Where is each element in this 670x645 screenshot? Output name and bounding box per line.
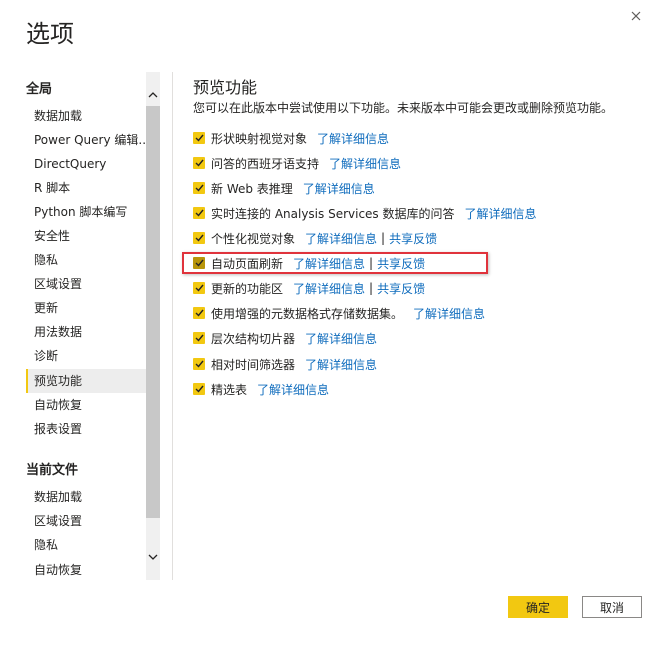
feature-row: 使用增强的元数据格式存储数据集。 了解详细信息 [193,303,485,323]
sidebar-item-r-script[interactable]: R 脚本 [26,176,146,200]
checkmark-icon [195,309,204,317]
sidebar-item-file-privacy[interactable]: 隐私 [26,533,146,557]
chevron-down-icon [148,554,158,560]
sidebar-item-privacy[interactable]: 隐私 [26,248,146,272]
feature-checkbox[interactable] [193,182,205,194]
sidebar-item-updates[interactable]: 更新 [26,296,146,320]
scroll-down-button[interactable] [146,548,160,566]
checkmark-icon [195,259,204,267]
feature-checkbox[interactable] [193,282,205,294]
feature-row: 形状映射视觉对象 了解详细信息 [193,128,389,148]
link-separator: | [381,231,386,245]
sidebar-item-data-load[interactable]: 数据加载 [26,104,146,128]
sidebar-item-file-auto-recovery[interactable]: 自动恢复 [26,558,146,580]
learn-more-link[interactable]: 了解详细信息 [305,356,377,373]
feature-label: 问答的西班牙语支持 [211,156,320,171]
feature-label: 个性化视觉对象 [211,231,296,246]
sidebar-item-report-settings[interactable]: 报表设置 [26,417,146,441]
learn-more-link[interactable]: 了解详细信息 [305,230,377,247]
sidebar-scrollbar[interactable] [146,72,160,580]
sidebar-item-power-query-editor[interactable]: Power Query 编辑... [26,128,146,152]
close-button[interactable] [622,2,650,30]
feature-checkbox[interactable] [193,307,205,319]
feature-label: 形状映射视觉对象 [211,131,308,146]
share-feedback-link[interactable]: 共享反馈 [377,255,425,272]
section-title: 预览功能 [193,78,258,97]
feature-row: 问答的西班牙语支持 了解详细信息 [193,153,401,173]
feature-row: 层次结构切片器 了解详细信息 [193,328,377,348]
checkmark-icon [195,284,204,292]
checkmark-icon [195,234,204,242]
learn-more-link[interactable]: 了解详细信息 [317,130,389,147]
feature-checkbox[interactable] [193,257,205,269]
feature-checkbox[interactable] [193,332,205,344]
feature-label: 实时连接的 Analysis Services 数据库的问答 [211,206,455,221]
feature-label: 新 Web 表推理 [211,181,293,196]
section-header-global: 全局 [26,82,53,97]
feature-label: 相对时间筛选器 [211,357,296,372]
feature-row: 更新的功能区 了解详细信息 | 共享反馈 [193,278,425,298]
options-sidebar: 全局 数据加载 Power Query 编辑... DirectQuery R … [24,72,146,580]
learn-more-link[interactable]: 了解详细信息 [257,381,329,398]
link-separator: | [369,281,374,295]
sidebar-item-regional-settings[interactable]: 区域设置 [26,272,146,296]
learn-more-link[interactable]: 了解详细信息 [303,180,375,197]
learn-more-link[interactable]: 了解详细信息 [293,280,365,297]
section-description: 您可以在此版本中尝试使用以下功能。未来版本中可能会更改或删除预览功能。 [193,101,614,115]
sidebar-item-security[interactable]: 安全性 [26,224,146,248]
feature-row: 实时连接的 Analysis Services 数据库的问答 了解详细信息 [193,203,537,223]
scroll-up-button[interactable] [146,86,160,104]
sidebar-item-usage-data[interactable]: 用法数据 [26,320,146,344]
sidebar-item-preview-features[interactable]: 预览功能 [26,369,146,393]
share-feedback-link[interactable]: 共享反馈 [377,280,425,297]
checkmark-icon [195,184,204,192]
feature-checkbox[interactable] [193,132,205,144]
ok-button[interactable]: 确定 [508,596,568,618]
feature-checkbox[interactable] [193,232,205,244]
feature-row: 个性化视觉对象 了解详细信息 | 共享反馈 [193,228,437,248]
feature-checkbox[interactable] [193,383,205,395]
link-separator: | [369,256,374,270]
checkmark-icon [195,159,204,167]
learn-more-link[interactable]: 了解详细信息 [305,330,377,347]
checkmark-icon [195,134,204,142]
feature-label: 自动页面刷新 [211,256,284,271]
feature-label: 层次结构切片器 [211,331,296,346]
checkmark-icon [195,209,204,217]
checkmark-icon [195,334,204,342]
feature-label: 使用增强的元数据格式存储数据集。 [211,306,404,321]
feature-row-highlighted: 自动页面刷新 了解详细信息 | 共享反馈 [193,253,425,273]
share-feedback-link[interactable]: 共享反馈 [389,230,437,247]
learn-more-link[interactable]: 了解详细信息 [293,255,365,272]
feature-checkbox[interactable] [193,207,205,219]
checkmark-icon [195,360,204,368]
feature-checkbox[interactable] [193,358,205,370]
learn-more-link[interactable]: 了解详细信息 [329,155,401,172]
sidebar-item-auto-recovery[interactable]: 自动恢复 [26,393,146,417]
feature-label: 更新的功能区 [211,281,284,296]
sidebar-item-file-regional-settings[interactable]: 区域设置 [26,509,146,533]
scrollbar-thumb[interactable] [146,106,160,518]
feature-checkbox[interactable] [193,157,205,169]
feature-label: 精选表 [211,382,248,397]
sidebar-item-python-script[interactable]: Python 脚本编写 [26,200,146,224]
close-icon [631,11,641,21]
feature-row: 精选表 了解详细信息 [193,379,329,399]
section-header-current-file: 当前文件 [26,463,79,478]
sidebar-item-file-data-load[interactable]: 数据加载 [26,485,146,509]
sidebar-item-directquery[interactable]: DirectQuery [26,152,146,176]
feature-row: 相对时间筛选器 了解详细信息 [193,354,377,374]
checkmark-icon [195,385,204,393]
learn-more-link[interactable]: 了解详细信息 [413,305,485,322]
panel-divider [172,72,173,580]
feature-row: 新 Web 表推理 了解详细信息 [193,178,375,198]
dialog-title: 选项 [26,20,74,48]
cancel-button[interactable]: 取消 [582,596,642,618]
chevron-up-icon [148,92,158,98]
learn-more-link[interactable]: 了解详细信息 [465,205,537,222]
sidebar-item-diagnostics[interactable]: 诊断 [26,344,146,368]
